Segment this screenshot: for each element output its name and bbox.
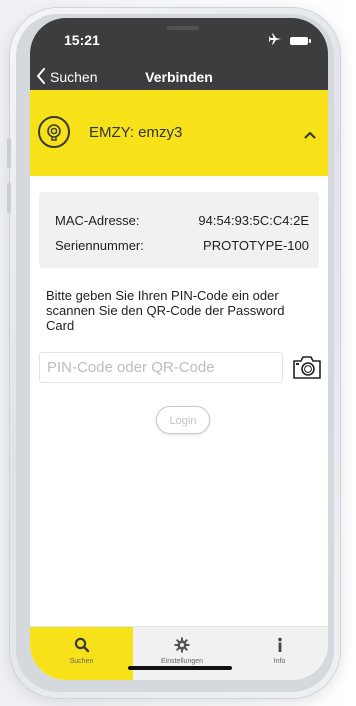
info-icon: [272, 637, 288, 653]
tab-bar: Suchen Einstellungen Info: [30, 626, 328, 680]
tab-label: Info: [273, 658, 286, 665]
tab-search[interactable]: Suchen: [30, 627, 133, 680]
page-title: Verbinden: [145, 69, 213, 85]
volume-button: [7, 138, 11, 168]
volume-button: [7, 183, 11, 213]
speaker-grille: [167, 26, 199, 30]
device-icon: [38, 116, 70, 148]
serial-number-value: PROTOTYPE-100: [203, 238, 309, 253]
app-screen: 15:21 Suchen Verbinden EMZY: emzy3 MAC-A…: [30, 18, 328, 680]
airplane-icon: [268, 32, 282, 50]
gear-icon: [174, 637, 190, 653]
mac-address-label: MAC-Adresse:: [55, 213, 140, 228]
home-indicator: [128, 666, 232, 670]
mac-address-row: MAC-Adresse: 94:54:93:5C:C4:2E: [55, 213, 309, 228]
notch: [108, 18, 258, 42]
serial-number-row: Seriennummer: PROTOTYPE-100: [55, 238, 309, 253]
tab-settings[interactable]: Einstellungen: [133, 627, 231, 680]
pin-code-input[interactable]: [39, 352, 283, 383]
serial-number-label: Seriennummer:: [55, 238, 144, 253]
stage: 15:21 Suchen Verbinden EMZY: emzy3 MAC-A…: [0, 0, 356, 706]
search-icon: [74, 637, 90, 653]
tab-info[interactable]: Info: [231, 627, 328, 680]
battery-icon: [290, 37, 311, 45]
mac-address-value: 94:54:93:5C:C4:2E: [198, 213, 309, 228]
header-bar: 15:21 Suchen Verbinden: [30, 18, 328, 90]
chevron-up-icon[interactable]: [304, 126, 316, 144]
status-time: 15:21: [64, 32, 100, 48]
login-button[interactable]: Login: [156, 406, 210, 434]
tab-label: Suchen: [69, 658, 94, 665]
tab-label: Einstellungen: [160, 658, 204, 665]
device-info-card: MAC-Adresse: 94:54:93:5C:C4:2E Seriennum…: [39, 192, 319, 268]
instruction-text: Bitte geben Sie Ihren PIN-Code ein oder …: [46, 288, 285, 333]
status-icons: [268, 32, 311, 50]
device-name: EMZY: emzy3: [89, 124, 183, 141]
device-header[interactable]: EMZY: emzy3: [30, 90, 328, 176]
camera-icon[interactable]: [291, 353, 323, 381]
